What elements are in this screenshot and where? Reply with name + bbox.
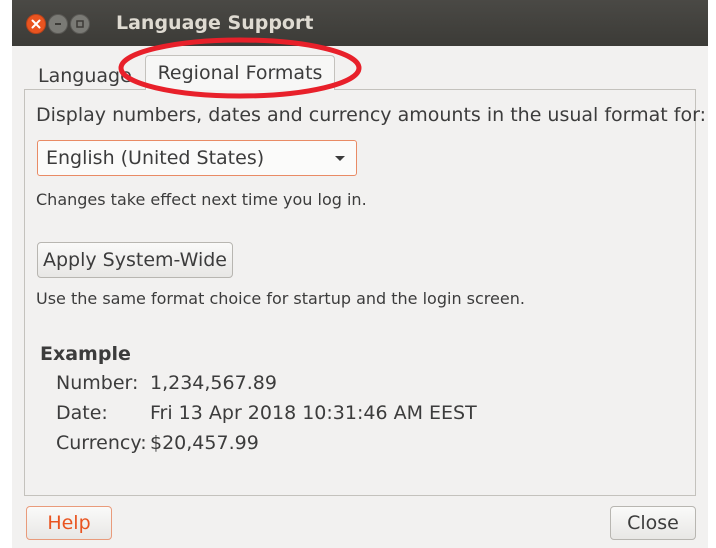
maximize-window-button[interactable] (70, 14, 90, 34)
title-bar: Language Support (12, 0, 708, 46)
dropdown-arrow-icon (335, 156, 345, 161)
example-date-value: Fri 13 Apr 2018 10:31:46 AM EEST (150, 402, 477, 424)
example-number-value: 1,234,567.89 (150, 372, 277, 394)
format-instruction: Display numbers, dates and currency amou… (36, 104, 706, 126)
tab-language[interactable]: Language (38, 65, 132, 87)
window-title: Language Support (116, 12, 314, 34)
example-currency-label: Currency: (56, 432, 147, 454)
minimize-window-button[interactable] (48, 14, 68, 34)
close-window-button[interactable] (26, 14, 46, 34)
logout-hint: Changes take effect next time you log in… (36, 190, 367, 209)
tab-regional-formats-label: Regional Formats (157, 62, 323, 84)
example-number-label: Number: (56, 372, 139, 394)
minimize-icon (55, 23, 61, 25)
locale-dropdown-value: English (United States) (46, 147, 265, 169)
close-button[interactable]: Close (610, 506, 696, 540)
language-support-window: Language Support Language Regional Forma… (12, 0, 708, 548)
help-button[interactable]: Help (26, 506, 112, 540)
apply-system-wide-button[interactable]: Apply System-Wide (37, 242, 233, 278)
example-date-label: Date: (56, 402, 108, 424)
example-heading: Example (40, 343, 131, 365)
system-wide-hint: Use the same format choice for startup a… (36, 289, 525, 308)
maximize-icon (76, 20, 84, 28)
example-currency-value: $20,457.99 (150, 432, 259, 454)
tab-regional-formats[interactable]: Regional Formats (145, 55, 335, 90)
close-icon (31, 19, 41, 29)
locale-dropdown[interactable]: English (United States) (37, 140, 357, 176)
